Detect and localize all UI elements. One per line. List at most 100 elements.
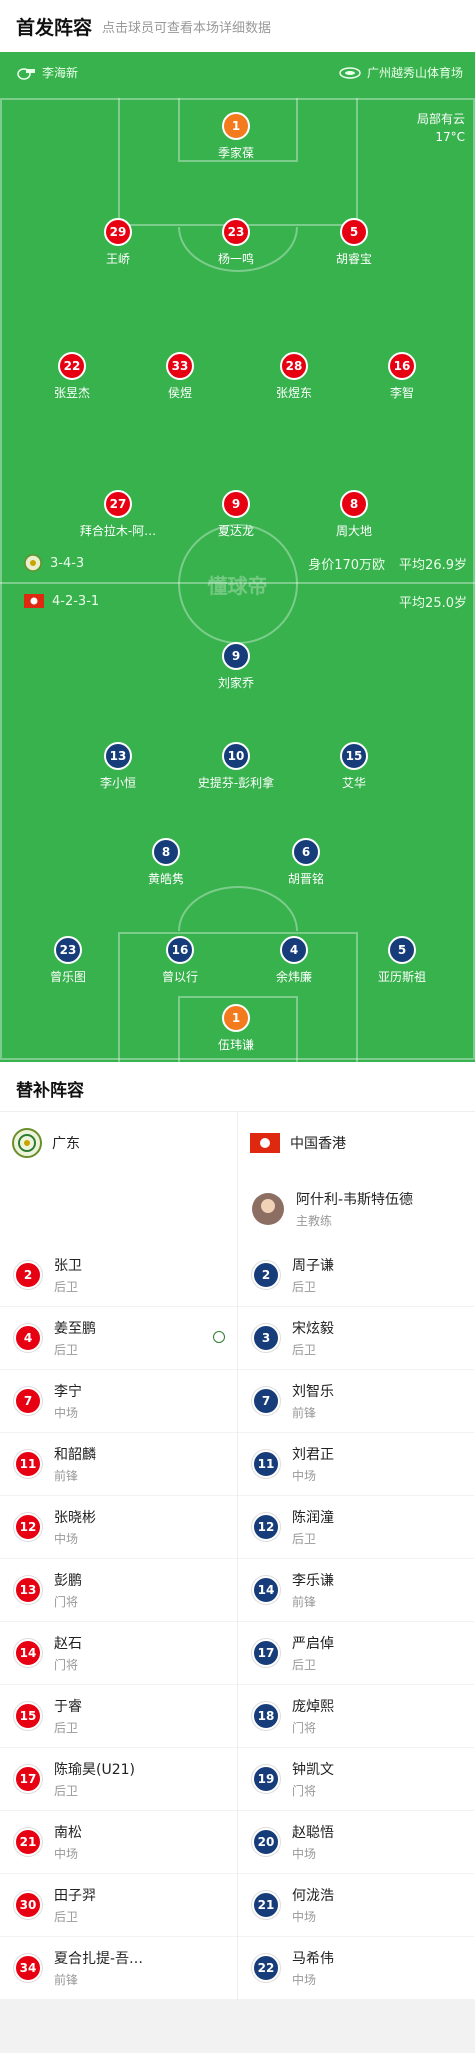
home-player[interactable]: 28 张煜东 [234, 352, 354, 401]
home-sub-row[interactable]: 13 彭鹏 门将 [0, 1559, 237, 1622]
home-player[interactable]: 29 王峤 [58, 218, 178, 267]
away-sub-row[interactable]: 19 钟凯文 门将 [238, 1748, 474, 1811]
home-sub-row[interactable]: 21 南松 中场 [0, 1811, 237, 1874]
away-team-name: 中国香港 [290, 1136, 346, 1152]
away-sub-row[interactable]: 7 刘智乐 前锋 [238, 1370, 474, 1433]
player-position: 前锋 [292, 1406, 317, 1420]
home-player[interactable]: 5 胡睿宝 [294, 218, 414, 267]
jersey-number: 23 [54, 936, 82, 964]
player-name: 拜合拉木-阿… [79, 524, 157, 538]
jersey-number: 7 [14, 1387, 42, 1415]
player-position: 门将 [292, 1784, 317, 1798]
player-name: 和韶麟 [54, 1447, 96, 1463]
player-name: 胡晋铭 [287, 872, 324, 886]
home-sub-row[interactable]: 34 夏合扎提-吾… 前锋 [0, 1937, 237, 2000]
jersey-number: 16 [166, 936, 194, 964]
away-player[interactable]: 9 刘家乔 [176, 642, 296, 691]
jersey-number: 18 [252, 1702, 280, 1730]
home-player[interactable]: 22 张昱杰 [12, 352, 132, 401]
home-player[interactable]: 9 夏达龙 [176, 490, 296, 539]
home-player[interactable]: 1 季家葆 [176, 112, 296, 161]
home-team-logo-icon [24, 554, 42, 572]
venue-info: 广州越秀山体育场 [339, 64, 463, 81]
player-name: 南松 [54, 1825, 82, 1841]
home-player[interactable]: 16 李智 [342, 352, 462, 401]
home-sub-row[interactable]: 17 陈瑜昊(U21) 后卫 [0, 1748, 237, 1811]
home-sub-row[interactable]: 30 田子羿 后卫 [0, 1874, 237, 1937]
jersey-number: 12 [252, 1513, 280, 1541]
away-sub-row[interactable]: 11 刘君正 中场 [238, 1433, 474, 1496]
player-name: 张卫 [54, 1258, 82, 1274]
away-player[interactable]: 8 黄皓隽 [106, 838, 226, 887]
away-player[interactable]: 16 曾以行 [120, 936, 240, 985]
jersey-number: 2 [252, 1261, 280, 1289]
jersey-number: 2 [14, 1261, 42, 1289]
player-name: 亚历斯祖 [377, 970, 426, 984]
weather-info: 局部有云 17°C [417, 110, 465, 146]
player-name: 李宁 [54, 1384, 82, 1400]
jersey-number: 29 [104, 218, 132, 246]
player-name: 张昱杰 [53, 386, 90, 400]
away-sub-row[interactable]: 18 庞焯熙 门将 [238, 1685, 474, 1748]
away-sub-row[interactable]: 21 何泷浩 中场 [238, 1874, 474, 1937]
home-sub-row[interactable]: 12 张晓彬 中场 [0, 1496, 237, 1559]
jersey-number: 9 [222, 490, 250, 518]
jersey-number: 12 [14, 1513, 42, 1541]
coach-name: 阿什利-韦斯特伍德 [296, 1192, 414, 1208]
coach-row[interactable]: 阿什利-韦斯特伍德 主教练 [238, 1174, 474, 1244]
player-name: 姜至鹏 [54, 1321, 96, 1337]
away-player[interactable]: 5 亚历斯祖 [342, 936, 462, 985]
player-position: 门将 [54, 1658, 79, 1672]
player-name: 周大地 [335, 524, 372, 538]
jersey-number: 13 [104, 742, 132, 770]
away-player[interactable]: 6 胡晋铭 [246, 838, 366, 887]
home-team-name: 广东 [52, 1136, 80, 1152]
away-player[interactable]: 1 伍玮谦 [176, 1004, 296, 1053]
player-name: 陈润潼 [292, 1510, 334, 1526]
home-sub-row[interactable]: 4 姜至鹏 后卫 [0, 1307, 237, 1370]
jersey-number: 3 [252, 1324, 280, 1352]
away-sub-row[interactable]: 3 宋炫毅 后卫 [238, 1307, 474, 1370]
away-avg-age: 平均25.0岁 [399, 595, 467, 611]
venue-name: 广州越秀山体育场 [366, 66, 463, 80]
away-team-head: 中国香港 [238, 1112, 474, 1174]
away-sub-row[interactable]: 12 陈润潼 后卫 [238, 1496, 474, 1559]
away-player[interactable]: 13 李小恒 [58, 742, 178, 791]
home-sub-row[interactable]: 11 和韶麟 前锋 [0, 1433, 237, 1496]
away-sub-row[interactable]: 22 马希伟 中场 [238, 1937, 474, 2000]
player-name: 马希伟 [292, 1951, 334, 1967]
player-name: 严启倬 [292, 1636, 334, 1652]
player-position: 前锋 [292, 1595, 317, 1609]
home-sub-row[interactable]: 7 李宁 中场 [0, 1370, 237, 1433]
away-player[interactable]: 15 艾华 [294, 742, 414, 791]
hong-kong-flag-icon [24, 594, 44, 608]
home-coach-placeholder [0, 1174, 237, 1244]
player-name: 宋炫毅 [292, 1321, 334, 1337]
jersey-number: 23 [222, 218, 250, 246]
home-player[interactable]: 8 周大地 [294, 490, 414, 539]
jersey-number: 7 [252, 1387, 280, 1415]
away-sub-row[interactable]: 20 赵聪悟 中场 [238, 1811, 474, 1874]
home-player[interactable]: 33 侯煜 [120, 352, 240, 401]
stadium-icon [339, 66, 361, 79]
home-sub-row[interactable]: 2 张卫 后卫 [0, 1244, 237, 1307]
away-sub-row[interactable]: 2 周子谦 后卫 [238, 1244, 474, 1307]
away-sub-row[interactable]: 17 严启倬 后卫 [238, 1622, 474, 1685]
player-name: 刘君正 [292, 1447, 334, 1463]
player-position: 中场 [292, 1469, 317, 1483]
away-sub-row[interactable]: 14 李乐谦 前锋 [238, 1559, 474, 1622]
home-player[interactable]: 23 杨一鸣 [176, 218, 296, 267]
home-player[interactable]: 27 拜合拉木-阿… [58, 490, 178, 539]
away-player[interactable]: 10 史提芬-彭利拿 [176, 742, 296, 791]
away-player[interactable]: 4 余炜廉 [234, 936, 354, 985]
player-position: 前锋 [54, 1973, 79, 1987]
home-sub-row[interactable]: 14 赵石 门将 [0, 1622, 237, 1685]
player-name: 侯煜 [167, 386, 192, 400]
player-name: 张煜东 [275, 386, 312, 400]
player-name: 何泷浩 [292, 1888, 334, 1904]
away-player[interactable]: 23 曾乐图 [8, 936, 128, 985]
home-sub-row[interactable]: 15 于睿 后卫 [0, 1685, 237, 1748]
player-name: 于睿 [54, 1699, 82, 1715]
jersey-number: 13 [14, 1576, 42, 1604]
jersey-number: 22 [58, 352, 86, 380]
